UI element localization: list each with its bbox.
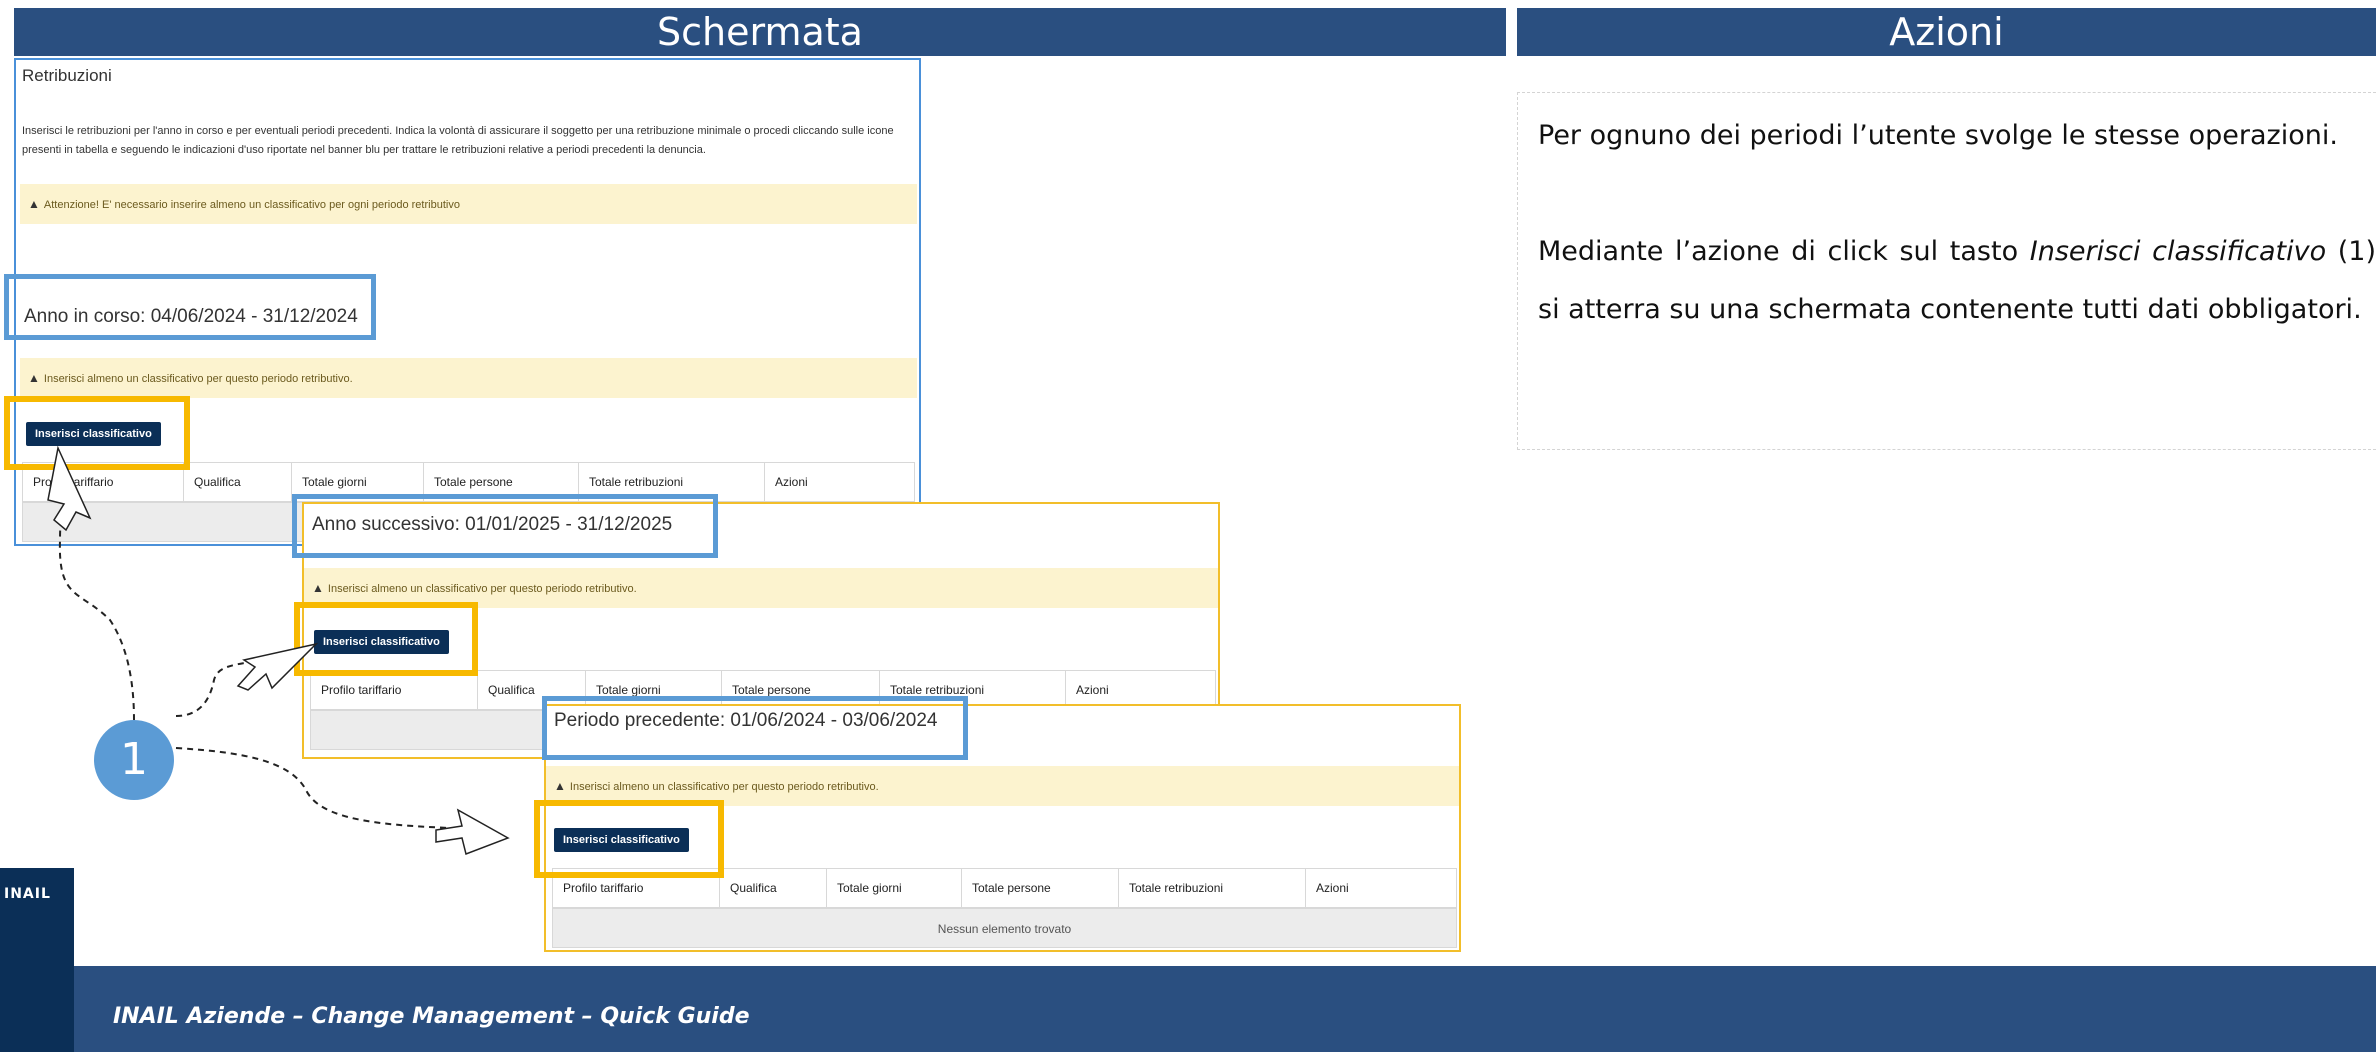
actions-paragraph-2: Mediante l’azione di click sul tasto Ins…: [1538, 223, 2376, 339]
cursor-arrow-icon: [435, 808, 510, 856]
actions-panel: Per ognuno dei periodi l’utente svolge l…: [1517, 92, 2376, 450]
actions-paragraph-1: Per ognuno dei periodi l’utente svolge l…: [1538, 120, 2338, 151]
arrow-to-current: [58, 499, 135, 721]
actions-emphasis: Inserisci classificativo: [2029, 236, 2327, 267]
footer-text: INAIL Aziende – Change Management – Quic…: [113, 1004, 750, 1029]
arrow-to-previous: [175, 747, 451, 829]
footer-bar: INAIL Aziende – Change Management – Quic…: [0, 966, 2376, 1052]
logo-text: INAIL: [4, 886, 51, 902]
step-marker-1: 1: [94, 720, 174, 800]
cursor-arrow-icon: [47, 445, 92, 532]
inail-logo: INAIL: [0, 868, 74, 1052]
cursor-arrow-icon: [236, 642, 319, 691]
actions-text: Mediante l’azione di click sul tasto: [1538, 236, 2030, 267]
